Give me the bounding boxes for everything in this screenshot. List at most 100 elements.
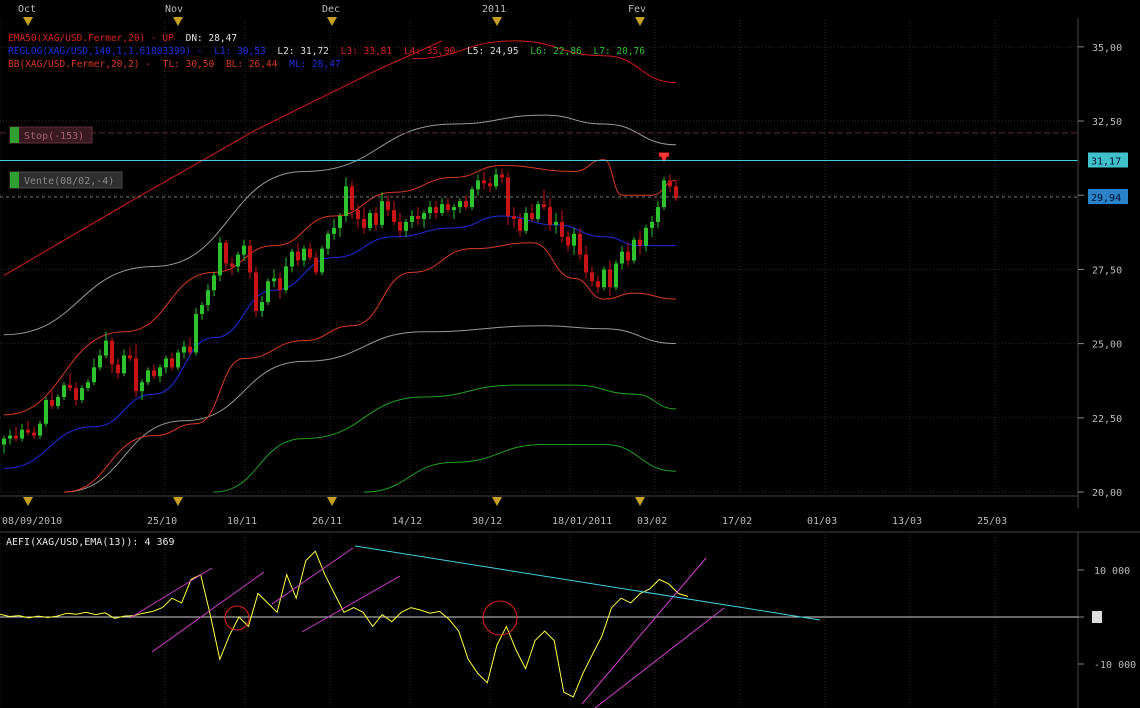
candle-body-22 bbox=[134, 358, 138, 392]
date-label-9: 01/03 bbox=[807, 516, 837, 527]
month-marker-icon-2 bbox=[327, 17, 337, 26]
candle-body-108 bbox=[650, 221, 654, 228]
trading-chart: 35,0032,5030,0027,5025,0022,5020,0031,17… bbox=[0, 4, 1140, 708]
highlight-circle-1 bbox=[482, 600, 518, 636]
price-tick-label-0: 35,00 bbox=[1092, 43, 1122, 54]
candle-body-85 bbox=[512, 216, 516, 219]
candle-body-83 bbox=[500, 174, 504, 178]
candle-body-70 bbox=[422, 213, 426, 219]
candle-body-37 bbox=[224, 242, 228, 264]
candle-body-89 bbox=[536, 204, 540, 219]
candle-body-105 bbox=[632, 239, 636, 261]
date-label-1: 25/10 bbox=[147, 516, 177, 527]
reglog-legend-name: REGLOG(XAG/USD,140,1,1.61803399) - bbox=[8, 46, 202, 57]
candle-body-2 bbox=[14, 435, 18, 439]
bb-legend-ml: ML: 28,47 bbox=[289, 59, 340, 70]
channel-upper-0 bbox=[129, 567, 213, 619]
candle-body-33 bbox=[200, 305, 204, 314]
reglog-l6: L6: 22,86 bbox=[530, 46, 582, 57]
candle-body-112 bbox=[674, 186, 678, 199]
channel-upper-1 bbox=[271, 547, 354, 605]
candle-body-13 bbox=[80, 388, 84, 400]
month-marker-icon-4 bbox=[635, 17, 645, 26]
price-tick-label-5: 22,50 bbox=[1092, 414, 1122, 425]
candle-body-111 bbox=[668, 180, 672, 187]
candle-body-15 bbox=[92, 367, 96, 383]
candle-body-106 bbox=[638, 239, 642, 246]
month-marker-bottom-icon-4 bbox=[635, 497, 645, 506]
candlesticks bbox=[2, 152, 678, 454]
candle-body-86 bbox=[518, 218, 522, 231]
candle-body-100 bbox=[602, 269, 606, 288]
candle-body-66 bbox=[398, 221, 402, 231]
candle-body-91 bbox=[548, 207, 552, 225]
candle-body-27 bbox=[164, 358, 168, 368]
candle-body-36 bbox=[218, 242, 222, 276]
bollinger-upper bbox=[3, 159, 677, 416]
candle-body-50 bbox=[302, 248, 306, 261]
candle-body-62 bbox=[374, 213, 378, 225]
candle-body-98 bbox=[590, 272, 594, 282]
candle-body-61 bbox=[368, 213, 372, 228]
candle-body-104 bbox=[626, 251, 630, 261]
reglog-gray_lower bbox=[63, 325, 677, 493]
candle-body-63 bbox=[380, 201, 384, 225]
month-marker-icon-0 bbox=[23, 17, 33, 26]
oscillator-label: AEFI(XAG/USD,EMA(13)): 4 369 bbox=[6, 537, 175, 548]
candle-body-69 bbox=[416, 216, 420, 219]
candle-body-29 bbox=[176, 352, 180, 368]
sell-order-tag[interactable]: Vente(08/02,-4) bbox=[9, 171, 123, 189]
candle-body-87 bbox=[524, 213, 528, 231]
candle-body-31 bbox=[188, 346, 192, 353]
candle-body-39 bbox=[236, 254, 240, 267]
price-levels bbox=[0, 132, 1078, 198]
date-label-3: 26/11 bbox=[312, 516, 342, 527]
candle-body-80 bbox=[482, 180, 486, 184]
candle-body-34 bbox=[206, 290, 210, 306]
reglog-green_upper bbox=[213, 384, 677, 493]
date-label-10: 13/03 bbox=[892, 516, 922, 527]
regression-bands bbox=[3, 40, 677, 493]
candle-body-96 bbox=[578, 233, 582, 255]
candle-body-0 bbox=[2, 438, 6, 445]
reglog-l7: L7: 20,76 bbox=[594, 46, 646, 57]
candle-body-74 bbox=[446, 204, 450, 211]
candle-body-40 bbox=[242, 245, 246, 255]
candle-body-102 bbox=[614, 263, 618, 288]
month-label-fev: Fev bbox=[628, 4, 646, 15]
ema-legend-name: EMA50(XAG/USD.Fermer,20) - UP bbox=[8, 33, 174, 44]
candle-body-11 bbox=[68, 385, 72, 389]
date-label-8: 17/02 bbox=[722, 516, 752, 527]
sell-signal-arrow-icon bbox=[659, 152, 669, 163]
candle-body-78 bbox=[470, 189, 474, 208]
candle-body-76 bbox=[458, 201, 462, 208]
candle-body-97 bbox=[584, 254, 588, 273]
candle-body-82 bbox=[494, 174, 498, 187]
svg-text:REGLOG(XAG/USD,140,1,1.6180339: REGLOG(XAG/USD,140,1,1.61803399) - L1: 3… bbox=[8, 46, 645, 57]
stop-order-tag[interactable]: Stop(-153) bbox=[9, 126, 93, 144]
date-label-11: 25/03 bbox=[977, 516, 1007, 527]
candle-body-53 bbox=[320, 248, 324, 273]
candle-body-71 bbox=[428, 207, 432, 214]
month-label-nov: Nov bbox=[165, 4, 183, 15]
bollinger-lower bbox=[63, 242, 677, 493]
candle-body-65 bbox=[392, 210, 396, 222]
candle-body-55 bbox=[332, 227, 336, 234]
candle-body-90 bbox=[542, 204, 546, 208]
candle-body-21 bbox=[128, 355, 132, 359]
candle-body-79 bbox=[476, 180, 480, 190]
osc-tick-label-0: 10 000 bbox=[1094, 566, 1130, 577]
candle-body-19 bbox=[116, 364, 120, 374]
candle-body-20 bbox=[122, 355, 126, 374]
oscillator-series bbox=[0, 550, 689, 698]
candle-body-26 bbox=[158, 367, 162, 377]
candle-body-16 bbox=[98, 355, 102, 368]
candle-body-47 bbox=[284, 266, 288, 291]
candle-body-103 bbox=[620, 251, 624, 264]
candle-body-52 bbox=[314, 257, 318, 273]
stop-order-label: Stop(-153) bbox=[24, 131, 84, 142]
candle-body-54 bbox=[326, 233, 330, 249]
candle-body-60 bbox=[362, 218, 366, 228]
channel-upper-2 bbox=[581, 557, 707, 705]
oscillator-trendline bbox=[354, 545, 821, 621]
